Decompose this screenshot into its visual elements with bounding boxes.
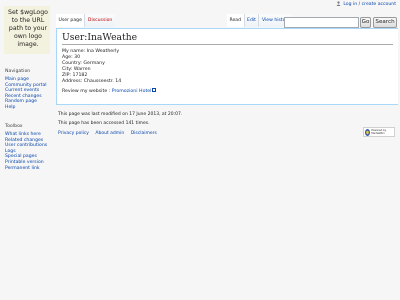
tool-related-changes[interactable]: Related changes <box>5 138 43 143</box>
go-button[interactable]: Go <box>360 17 371 28</box>
footer-access-count: This page has been accessed 141 times. <box>58 120 150 126</box>
external-link-icon <box>152 88 157 93</box>
tab-discussion[interactable]: Discussion <box>84 14 115 27</box>
nav-help[interactable]: Help <box>5 105 15 110</box>
tool-what-links-here[interactable]: What links here <box>5 132 41 137</box>
tool-special-pages[interactable]: Special pages <box>5 154 37 159</box>
review-line: Review my website : Promozioni Hotel <box>62 88 393 95</box>
nav-current-events[interactable]: Current events <box>5 88 39 93</box>
personal-tools: Log in / create account <box>336 1 396 7</box>
toolbox-portal: Toolbox What links here Related changes … <box>5 124 53 171</box>
review-link[interactable]: Promozioni Hotel <box>111 88 157 95</box>
login-link[interactable]: Log in / create account <box>343 2 396 7</box>
nav-random-page[interactable]: Random page <box>5 99 37 104</box>
mediawiki-logo-icon <box>365 128 371 136</box>
review-link-label: Promozioni Hotel <box>111 89 152 95</box>
search-input[interactable] <box>284 17 359 28</box>
footer-disclaimers-link[interactable]: Disclaimers <box>131 131 157 136</box>
view-tabs: Read Edit View history <box>227 14 293 27</box>
search-button[interactable]: Search <box>373 17 397 28</box>
footer-links: Privacy policy About admin Disclaimers <box>58 130 398 139</box>
footer-about-link[interactable]: About admin <box>95 131 124 136</box>
navigation-portal: Navigation Main page Community portal Cu… <box>5 69 53 111</box>
namespace-tabs: User page Discussion <box>56 14 115 27</box>
badge-text: Powered by MediaWiki <box>371 129 387 135</box>
tool-printable-version[interactable]: Printable version <box>5 160 44 165</box>
tab-read[interactable]: Read <box>227 14 244 27</box>
toolbox-heading: Toolbox <box>5 124 23 129</box>
page-title: User:InaWeathe <box>62 32 393 45</box>
content-area: User:InaWeathe My name: Ina Weatherly Ag… <box>56 28 398 105</box>
review-prefix: Review my website : <box>62 89 111 95</box>
tab-user-page[interactable]: User page <box>56 14 85 27</box>
footer-privacy-link[interactable]: Privacy policy <box>58 131 89 136</box>
navigation-heading: Navigation <box>5 69 31 74</box>
user-icon <box>336 1 341 6</box>
logo-placeholder-text: Set $wgLogo to the URL path to your own … <box>8 9 48 49</box>
tool-permanent-link[interactable]: Permanent link <box>5 166 40 171</box>
nav-community-portal[interactable]: Community portal <box>5 83 47 88</box>
tool-user-contributions[interactable]: User contributions <box>5 143 47 148</box>
nav-main-page[interactable]: Main page <box>5 77 29 82</box>
powered-by-mediawiki-badge[interactable]: Powered by MediaWiki <box>363 127 395 137</box>
info-address: Address: Chausseestr. 14 <box>62 78 122 84</box>
footer: This page was last modified on 17 June 2… <box>58 111 398 139</box>
site-logo[interactable]: Set $wgLogo to the URL path to your own … <box>4 6 50 54</box>
footer-last-modified: This page was last modified on 17 June 2… <box>58 112 183 117</box>
tab-edit[interactable]: Edit <box>243 14 259 27</box>
